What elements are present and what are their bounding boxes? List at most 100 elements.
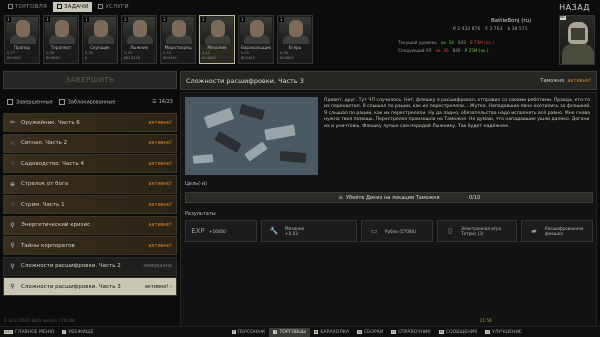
trader-spent: 0 (85, 56, 88, 60)
nav-8[interactable]: U УЛУЧШЕНИЕ (481, 328, 525, 337)
reward-item[interactable]: EXP +16000 (185, 220, 257, 242)
hotkey: P (231, 330, 236, 334)
hand-icon: ☜ (9, 160, 16, 167)
quest-item[interactable]: ⊕ Стрелок от бога активно! (3, 174, 177, 194)
tab-icon (8, 4, 13, 9)
nav-6[interactable]: H СПРАВОЧНИК (387, 328, 434, 337)
quest-item-title: Энергетический кризис (21, 222, 91, 228)
trader-spent: 804445 (163, 56, 177, 60)
player-avatar: 36 (559, 15, 595, 65)
back-button[interactable]: НАЗАД (559, 3, 590, 12)
quest-item-status: активно! (148, 222, 172, 228)
quest-item[interactable]: ⚲ Сложности расшифровки. Часть 3 активно! … (3, 277, 177, 296)
euros: € 2 763 (485, 27, 503, 32)
map-pin-icon: ⚲ (10, 262, 15, 270)
trader-spent: 804443 (241, 56, 255, 60)
complete-button[interactable]: ЗАВЕРШИТЬ (3, 71, 177, 89)
nav-2[interactable]: P ПЕРСОНАЖ (228, 328, 270, 337)
nav-label: СПРАВОЧНИК (398, 329, 431, 335)
nav-5[interactable]: N СБОРКИ (353, 328, 387, 337)
quest-item[interactable]: ⚲ Тайны корпоратов активно! (3, 236, 177, 255)
reward-item[interactable]: ▭ Рубли (57084) (361, 220, 433, 242)
player-nickname: BattleBonj (ru) (491, 18, 532, 24)
quest-item-status: активно! (148, 119, 172, 126)
version-text: 0.12.8.20937 Beta version | 4hL4W (4, 318, 75, 323)
current-value: ок. 34 (440, 40, 454, 45)
quest-item[interactable]: ☜ Стрим. Часть 1 активно! (3, 195, 177, 214)
list-icon: ☰ (152, 99, 157, 105)
quest-item[interactable]: ⚲ Сложности расшифровки. Часть 2 завершено (3, 256, 177, 276)
trader-name: Барахольщик (240, 45, 272, 50)
rewards-label: Результаты (185, 211, 216, 217)
tab-0[interactable]: ТОРГОВЛЯ (4, 2, 51, 12)
tab-icon (98, 4, 104, 9)
finished-filter[interactable]: Завершенные (7, 98, 53, 106)
reward-sub: +0.03 (285, 231, 298, 236)
quest-item[interactable]: ⚲ Энергетический кризис активно! (3, 215, 177, 235)
quest-item-status: активно! › (144, 283, 172, 290)
quest-item[interactable]: ☜ Сигнал. Часть 2 активно! (3, 133, 177, 153)
quest-item-status: активно! (148, 140, 172, 146)
item-icon: ▯ (448, 227, 452, 235)
quest-item-status: активно! (148, 181, 172, 187)
goals-label: Цель(-и) (185, 181, 208, 187)
blocked-filter[interactable]: Заблокированные (58, 98, 115, 105)
quest-item-title: Тайны корпоратов (21, 242, 75, 249)
trader-spent: 8813228 (124, 56, 141, 60)
trader-card[interactable]: 2 Лыжник 0.35 8813228 (121, 15, 157, 64)
blocked-checkbox[interactable] (58, 98, 65, 105)
wrench-icon: ✂ (9, 119, 16, 126)
nav-7[interactable]: M СООБЩЕНИЯ (435, 328, 482, 337)
hotkey: F (62, 330, 67, 334)
trader-card[interactable]: 3 Барахольщик 0.55 804443 (238, 15, 274, 64)
portrait-head (16, 20, 30, 37)
trader-level: 3 (6, 17, 11, 22)
trader-name: Миротворец (164, 45, 192, 50)
search-icon: ⚲ (10, 242, 15, 249)
finished-filter-label: Завершенные (16, 99, 53, 106)
trader-card[interactable]: 3 Миротворец 0.54 804445 (160, 15, 196, 64)
quest-image (185, 97, 318, 175)
trader-card[interactable]: 3 Егерь 0.38 804843 (277, 15, 313, 64)
trader-card[interactable]: 3 Прапор 0.77 804443 (4, 15, 40, 64)
reward-item[interactable]: ▰ Расшифрованная флешка (521, 220, 593, 242)
quest-item-status: завершено (143, 263, 172, 269)
current-money: ₽ 73М (ок.) (469, 40, 494, 45)
reward-item[interactable]: 🔧 Механик +0.03 (261, 220, 357, 242)
tab-label: ЗАДАЧИ (64, 3, 89, 10)
hotkey: N (357, 330, 362, 334)
quest-description: Привет, друг. Тут ЧП случилось. Нет, фле… (324, 98, 591, 129)
quest-item-title: Стрим. Часть 1 (21, 201, 65, 208)
quest-objective: ☠ Убейте Диких на локации Таможня 0/10 (185, 192, 593, 203)
reward-title: Рубли (57084) (385, 228, 416, 234)
trader-card[interactable]: 3 Терапевт 0.96 804843 (43, 15, 79, 64)
search-icon: ⚲ (10, 283, 15, 290)
tab-1[interactable]: ЗАДАЧИ (53, 1, 93, 12)
nav-0[interactable]: ESC ГЛАВНОЕ МЕНЮ (0, 328, 58, 337)
trader-card[interactable]: 3 Механик 0.42 804843 (199, 15, 235, 64)
player-panel: BattleBonj (ru) ₽ 2 432 876 € 2 763 $ 38… (373, 15, 595, 65)
nav-3[interactable]: T ТОРГОВЦЫ (269, 327, 310, 337)
trader-name: Терапевт (50, 45, 72, 50)
finished-checkbox[interactable] (7, 98, 13, 105)
trader-portrait (279, 17, 311, 44)
nav-1[interactable]: F УБЕЖИЩЕ (58, 328, 97, 337)
quest-detail-header: Сложности расшифровки. Часть 3 Таможня а… (180, 71, 597, 90)
nav-4[interactable]: B БАРАХОЛКА (310, 328, 353, 337)
trader-name: Механик (207, 45, 227, 50)
quest-location: Таможня (540, 77, 564, 84)
tab-icon (57, 4, 63, 9)
quest-item[interactable]: ✂ Оружейник. Часть 6 активно! (3, 113, 177, 132)
objective-progress: 0/10 (469, 194, 481, 201)
quest-item[interactable]: ☜ Садоводство. Часть 4 активно! (3, 154, 177, 173)
objective-text: Убейте Диких на локации Таможня (345, 194, 440, 201)
reward-item[interactable]: ▯ Электронная игра Тетрис (3) (437, 220, 517, 242)
trader-portrait (84, 17, 116, 44)
trader-portrait (123, 17, 155, 44)
tab-2[interactable]: УСЛУГИ (94, 2, 132, 12)
quest-detail-body: Привет, друг. Тут ЧП случилось. Нет, фле… (180, 92, 597, 328)
quest-item-title: Стрелок от бога (21, 181, 69, 187)
hotkey: M (438, 330, 444, 334)
trader-level: 1 (84, 17, 89, 22)
trader-card[interactable]: 1 Скупщик 0.35 0 (82, 15, 118, 64)
